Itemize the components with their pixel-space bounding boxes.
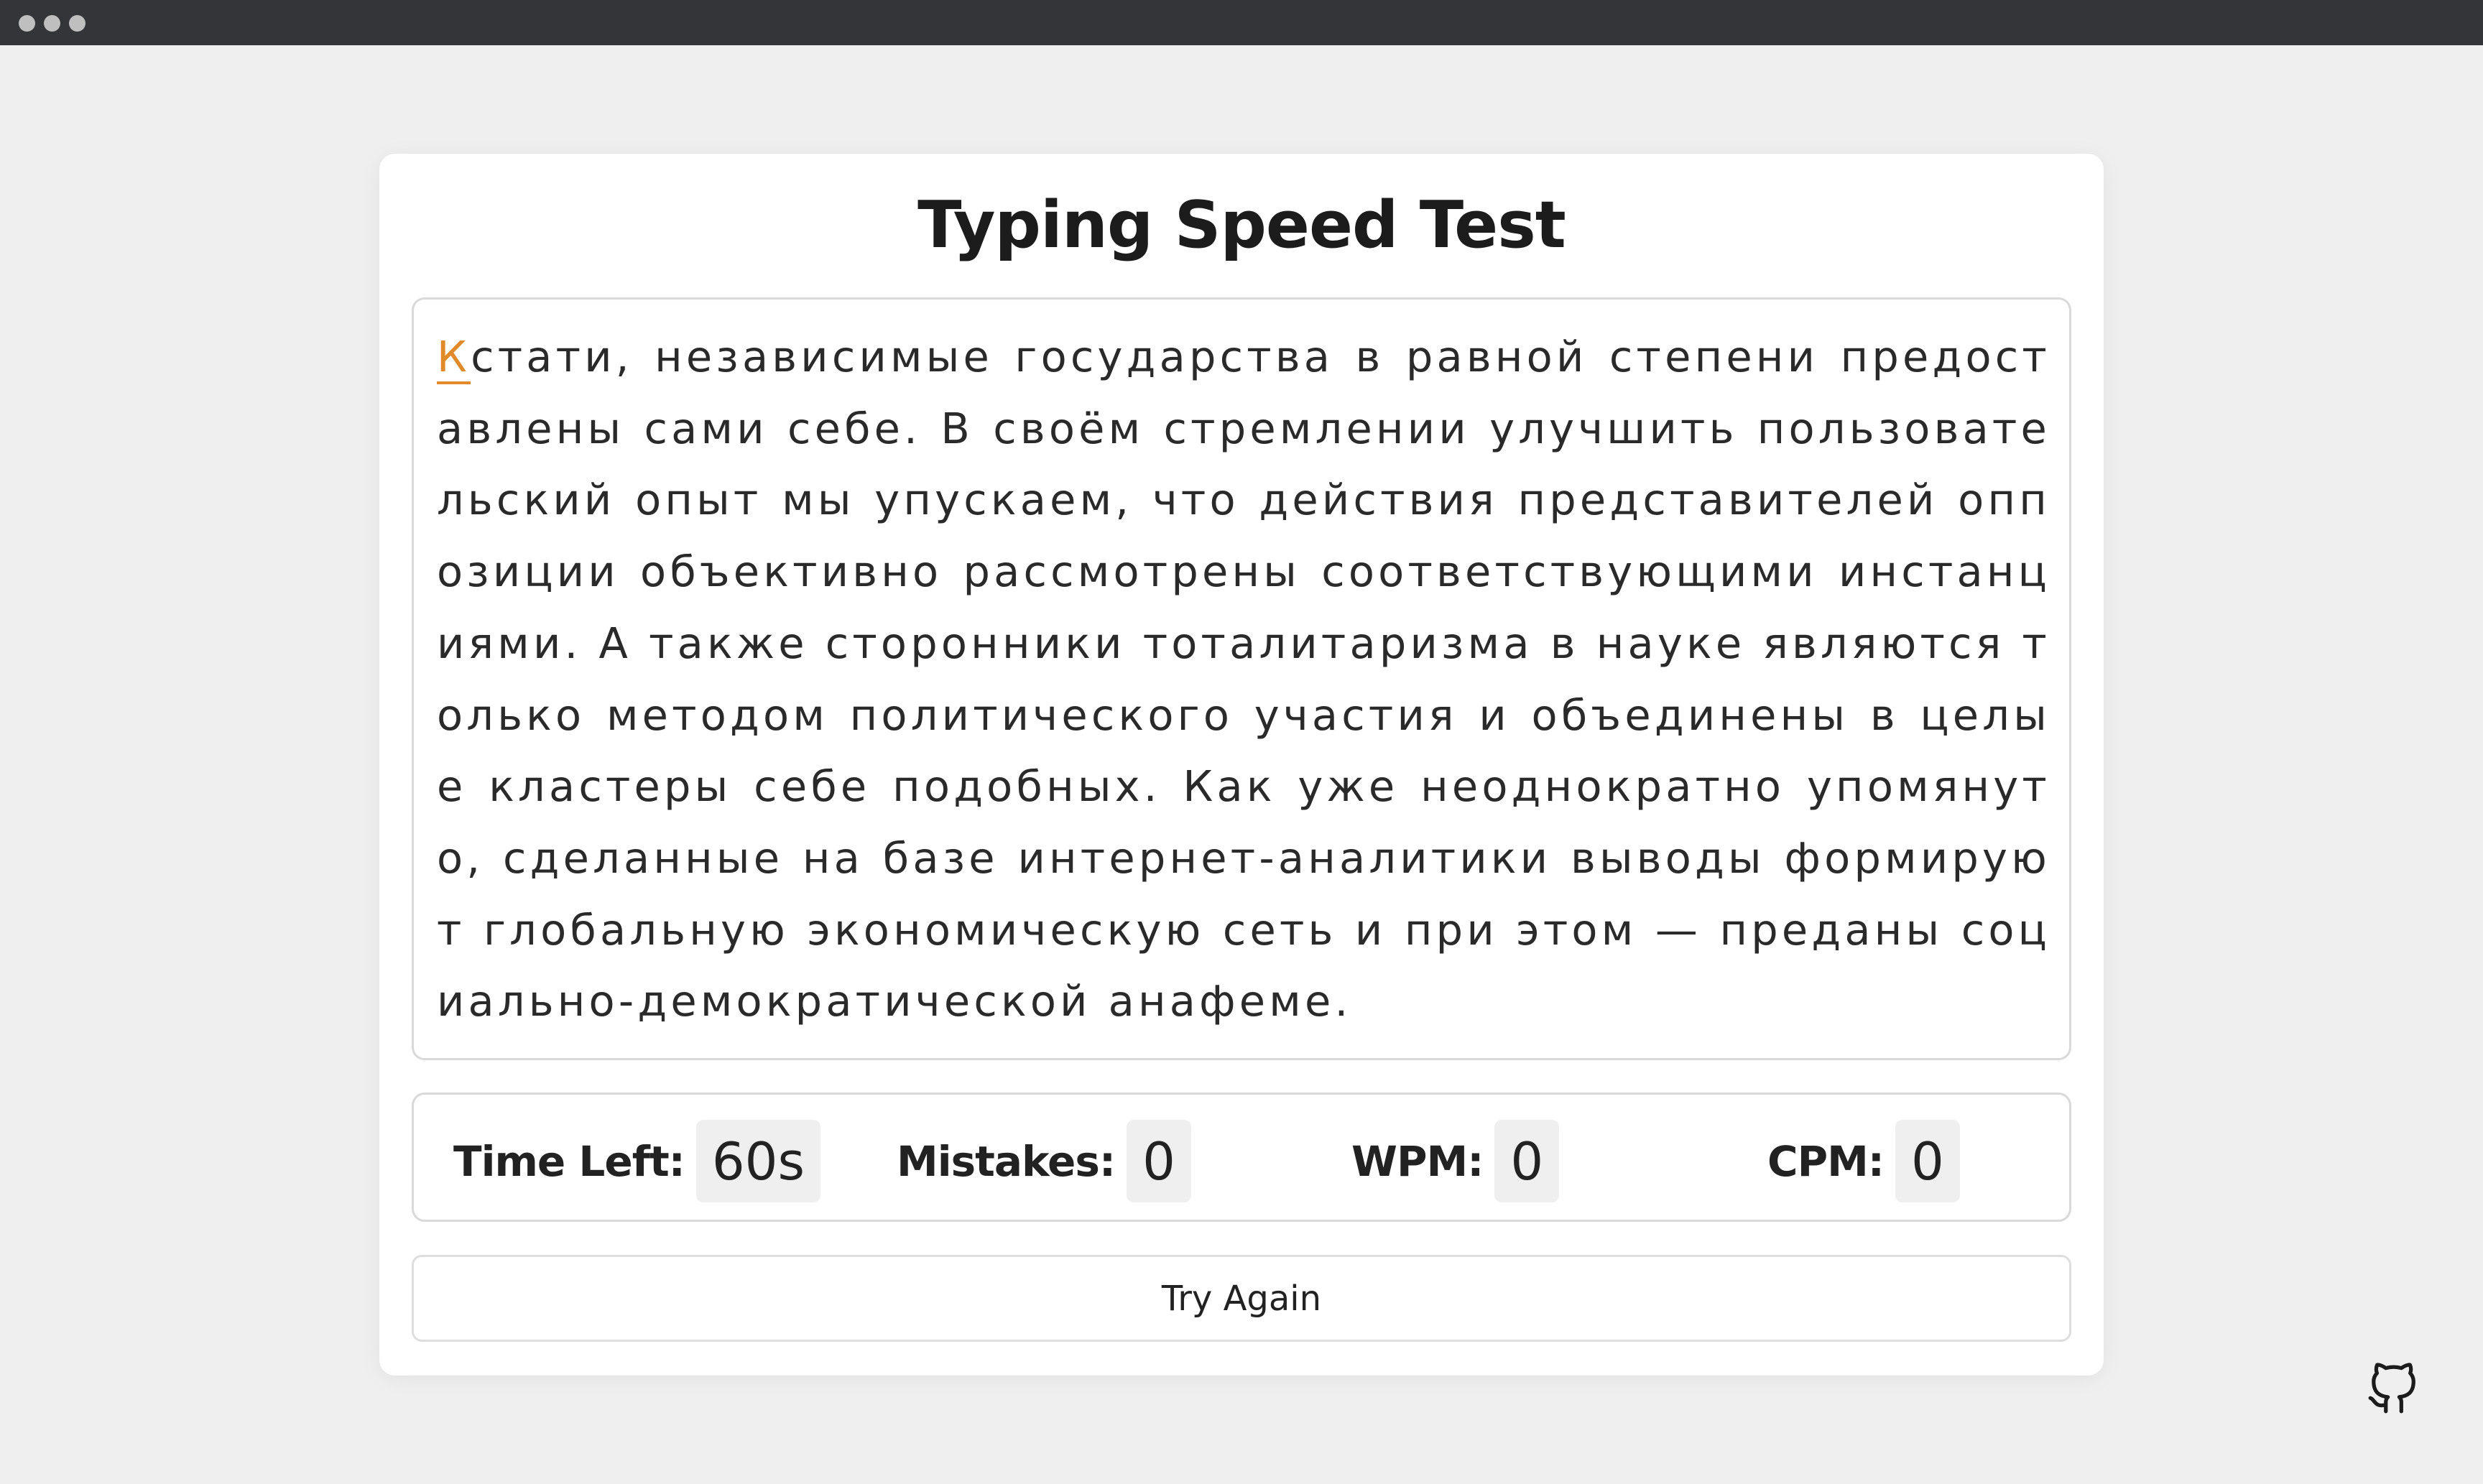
try-again-button[interactable]: Try Again bbox=[412, 1255, 2071, 1342]
wpm-value: 0 bbox=[1494, 1120, 1560, 1202]
mistakes-value: 0 bbox=[1127, 1120, 1191, 1202]
typing-paragraph: Кстати, независимые государства в равной… bbox=[437, 321, 2050, 1039]
window-close-dot[interactable] bbox=[19, 15, 35, 32]
stat-wpm: WPM: 0 bbox=[1351, 1120, 1560, 1202]
typing-text-area[interactable]: Кстати, независимые государства в равной… bbox=[412, 297, 2071, 1060]
mistakes-label: Mistakes: bbox=[897, 1136, 1116, 1186]
stat-cpm: CPM: 0 bbox=[1767, 1120, 1960, 1202]
window-minimize-dot[interactable] bbox=[44, 15, 60, 32]
cpm-label: CPM: bbox=[1767, 1136, 1885, 1186]
stat-time-left: Time Left: 60s bbox=[453, 1120, 820, 1202]
stat-mistakes: Mistakes: 0 bbox=[897, 1120, 1191, 1202]
current-character: К bbox=[437, 332, 471, 384]
wpm-label: WPM: bbox=[1351, 1136, 1484, 1186]
time-left-label: Time Left: bbox=[453, 1136, 685, 1186]
window-controls bbox=[19, 15, 85, 32]
page-title: Typing Speed Test bbox=[917, 187, 1566, 263]
stats-bar: Time Left: 60s Mistakes: 0 WPM: 0 CPM: 0 bbox=[412, 1093, 2071, 1222]
github-icon[interactable] bbox=[2366, 1363, 2419, 1416]
remaining-text: стати, независимые государства в равной … bbox=[437, 332, 2050, 1026]
cpm-value: 0 bbox=[1895, 1120, 1960, 1202]
window-titlebar bbox=[0, 0, 2483, 45]
window-maximize-dot[interactable] bbox=[69, 15, 85, 32]
time-left-value: 60s bbox=[695, 1120, 820, 1202]
